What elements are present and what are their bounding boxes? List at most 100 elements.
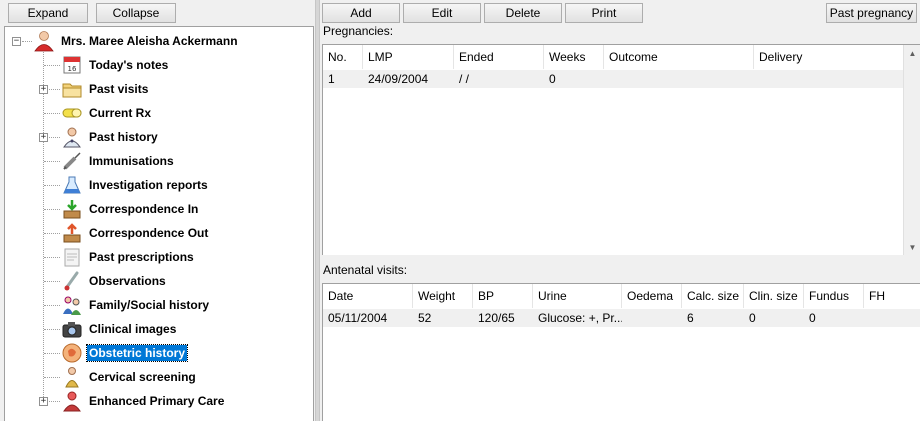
antenatal-col-clin-size[interactable]: Clin. size [744, 284, 804, 308]
doctor-icon [59, 126, 85, 148]
tree-item-label: Today's notes [89, 58, 169, 72]
table-cell [622, 309, 682, 327]
syringe-icon [59, 150, 85, 172]
pregnancies-scrollbar[interactable]: ▲ ▼ [903, 45, 920, 255]
table-row[interactable]: 1 24/09/2004 / / 0 [323, 70, 920, 88]
navigation-pane: Expand Collapse − Mrs. Maree Aleisha Ack… [0, 0, 315, 421]
tree-item-past-visits[interactable]: Past visits [59, 78, 150, 100]
tree-item-investigation-reports[interactable]: Investigation reports [59, 174, 210, 196]
scroll-up-icon[interactable]: ▲ [904, 45, 920, 62]
tree-item-clinical-images[interactable]: Clinical images [59, 318, 178, 340]
person-icon [59, 366, 85, 388]
tree-item-label: Observations [89, 274, 166, 288]
tree-item-label: Current Rx [89, 106, 152, 120]
patient-name: Mrs. Maree Aleisha Ackermann [61, 34, 238, 48]
tree-item-label: Past visits [89, 82, 149, 96]
obstetric-history-panel: Add Edit Delete Print Past pregnancy Pre… [320, 0, 920, 421]
patient-icon [31, 30, 57, 52]
pregnancies-label: Pregnancies: [323, 24, 394, 38]
tree-root-patient[interactable]: Mrs. Maree Aleisha Ackermann [31, 30, 240, 52]
tree-item-label: Cervical screening [89, 370, 196, 384]
table-row[interactable]: 05/11/2004 52 120/65 Glucose: +, Pr... 6 0 0 [323, 309, 920, 327]
pregnancies-col-no[interactable]: No. [323, 45, 363, 69]
pregnancies-col-outcome[interactable]: Outcome [604, 45, 754, 69]
tree-item-label: Immunisations [89, 154, 174, 168]
tree-item-today-s-notes[interactable]: 16 Today's notes [59, 54, 170, 76]
root-collapse-toggle[interactable]: − [12, 37, 21, 46]
antenatal-col-bp[interactable]: BP [473, 284, 533, 308]
inbox-icon [59, 198, 85, 220]
pregnancies-col-ended[interactable]: Ended [454, 45, 544, 69]
tree-expand-toggle[interactable]: + [39, 397, 48, 406]
antenatal-visits-table[interactable]: Date Weight BP Urine Oedema Calc. size Clin. s… [322, 283, 920, 421]
care-icon [59, 390, 85, 412]
tree-item-label: Correspondence Out [89, 226, 209, 240]
tree-item-label: Obstetric history [85, 344, 189, 362]
table-cell: 120/65 [478, 311, 515, 325]
antenatal-visits-label: Antenatal visits: [323, 263, 408, 277]
table-cell: 05/11/2004 [328, 311, 388, 325]
tree-item-past-prescriptions[interactable]: Past prescriptions [59, 246, 196, 268]
pregnancies-table[interactable]: No. LMP Ended Weeks Outcome Delivery 1 24/09/2… [322, 44, 920, 255]
antenatal-col-urine[interactable]: Urine [533, 284, 622, 308]
tree-item-correspondence-out[interactable]: Correspondence Out [59, 222, 210, 244]
pregnancies-table-header: No. LMP Ended Weeks Outcome Delivery [323, 45, 920, 69]
collapse-button[interactable]: Collapse [96, 3, 176, 23]
tree-item-cervical-screening[interactable]: Cervical screening [59, 366, 198, 388]
pregnancies-col-lmp[interactable]: LMP [363, 45, 454, 69]
svg-text:16: 16 [68, 65, 77, 73]
pill-icon [59, 102, 85, 124]
table-cell: 0 [809, 311, 816, 325]
table-cell [604, 70, 754, 88]
outbox-icon [59, 222, 85, 244]
antenatal-col-fh[interactable]: FH [864, 284, 920, 308]
table-cell: 1 [328, 72, 335, 86]
tree-item-family-social-history[interactable]: Family/Social history [59, 294, 211, 316]
tree-item-obstetric-history[interactable]: Obstetric history [59, 342, 189, 364]
table-cell [864, 309, 920, 327]
antenatal-col-weight[interactable]: Weight [413, 284, 473, 308]
delete-button[interactable]: Delete [484, 3, 562, 23]
antenatal-col-oedema[interactable]: Oedema [622, 284, 682, 308]
tree-item-label: Investigation reports [89, 178, 208, 192]
tree-item-label: Past prescriptions [89, 250, 194, 264]
tree-item-current-rx[interactable]: Current Rx [59, 102, 153, 124]
prescription-icon [59, 246, 85, 268]
table-cell: 52 [418, 311, 432, 325]
add-button[interactable]: Add [322, 3, 400, 23]
table-cell: / / [459, 72, 470, 86]
camera-icon [59, 318, 85, 340]
tree-item-enhanced-primary-care[interactable]: Enhanced Primary Care [59, 390, 226, 412]
tree-item-label: Family/Social history [89, 298, 210, 312]
antenatal-col-date[interactable]: Date [323, 284, 413, 308]
past-pregnancy-button[interactable]: Past pregnancy [826, 3, 917, 23]
tree-item-label: Correspondence In [89, 202, 199, 216]
tree-item-label: Clinical images [89, 322, 177, 336]
tree-item-observations[interactable]: Observations [59, 270, 168, 292]
table-cell: 6 [687, 311, 694, 325]
scroll-down-icon[interactable]: ▼ [904, 239, 920, 255]
tree-item-correspondence-in[interactable]: Correspondence In [59, 198, 200, 220]
edit-button[interactable]: Edit [403, 3, 481, 23]
pregnancies-col-weeks[interactable]: Weeks [544, 45, 604, 69]
patient-tree[interactable]: − Mrs. Maree Aleisha Ackermann 16 Today's… [4, 26, 314, 421]
tree-item-label: Past history [89, 130, 158, 144]
antenatal-col-fundus[interactable]: Fundus [804, 284, 864, 308]
tree-expand-toggle[interactable]: + [39, 133, 48, 142]
thermometer-icon [59, 270, 85, 292]
table-cell: Glucose: +, Pr... [538, 311, 622, 325]
calendar-icon: 16 [59, 54, 85, 76]
pregnancies-col-delivery[interactable]: Delivery [754, 45, 904, 69]
expand-button[interactable]: Expand [8, 3, 88, 23]
flask-icon [59, 174, 85, 196]
tree-item-label: Enhanced Primary Care [89, 394, 225, 408]
table-cell: 0 [749, 311, 756, 325]
folder-icon [59, 78, 85, 100]
table-cell: 0 [549, 72, 556, 86]
tree-expand-toggle[interactable]: + [39, 85, 48, 94]
print-button[interactable]: Print [565, 3, 643, 23]
tree-item-past-history[interactable]: Past history [59, 126, 160, 148]
tree-item-immunisations[interactable]: Immunisations [59, 150, 176, 172]
antenatal-col-calc-size[interactable]: Calc. size [682, 284, 744, 308]
family-icon [59, 294, 85, 316]
